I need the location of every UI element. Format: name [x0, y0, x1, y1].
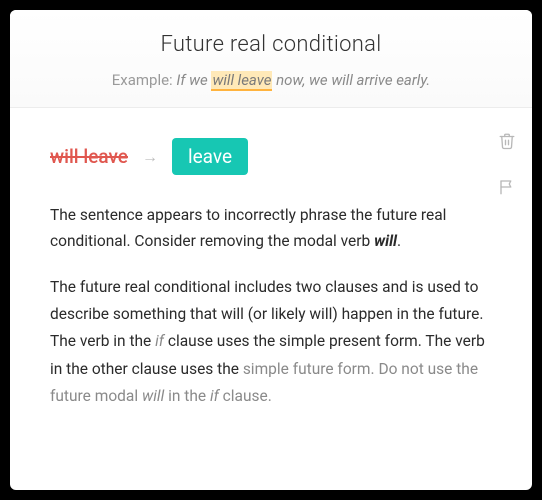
example-highlight: will leave [211, 71, 272, 91]
suggestion-button[interactable]: leave [172, 138, 248, 175]
p2-will: will [142, 387, 164, 405]
example-pre: If we [176, 71, 211, 89]
p2-d: in the [164, 387, 210, 405]
arrow-icon: → [142, 147, 158, 167]
example-sentence: If we will leave now, we will arrive ear… [176, 71, 430, 91]
action-icons [498, 132, 516, 196]
trash-icon[interactable] [498, 132, 516, 150]
p2-if1: if [155, 332, 164, 350]
explanation-short: The sentence appears to incorrectly phra… [50, 203, 492, 254]
p1-post: . [397, 232, 401, 250]
suggestion-card: Future real conditional Example: If we w… [10, 10, 532, 490]
original-text: will leave [50, 145, 128, 168]
card-title: Future real conditional [40, 32, 502, 57]
p1-bold: will [374, 232, 397, 250]
example-post: now, we will arrive early. [272, 71, 430, 89]
example-label: Example: [112, 71, 173, 89]
p2-if2: if [210, 387, 219, 405]
example-line: Example: If we will leave now, we will a… [40, 71, 502, 89]
p2-e: clause. [219, 387, 272, 405]
flag-icon[interactable] [498, 178, 516, 196]
correction-row: will leave → leave [50, 138, 492, 175]
explanation-long: The future real conditional includes two… [50, 274, 492, 410]
card-body: will leave → leave The sentence appears … [10, 108, 532, 430]
card-header: Future real conditional Example: If we w… [10, 10, 532, 108]
